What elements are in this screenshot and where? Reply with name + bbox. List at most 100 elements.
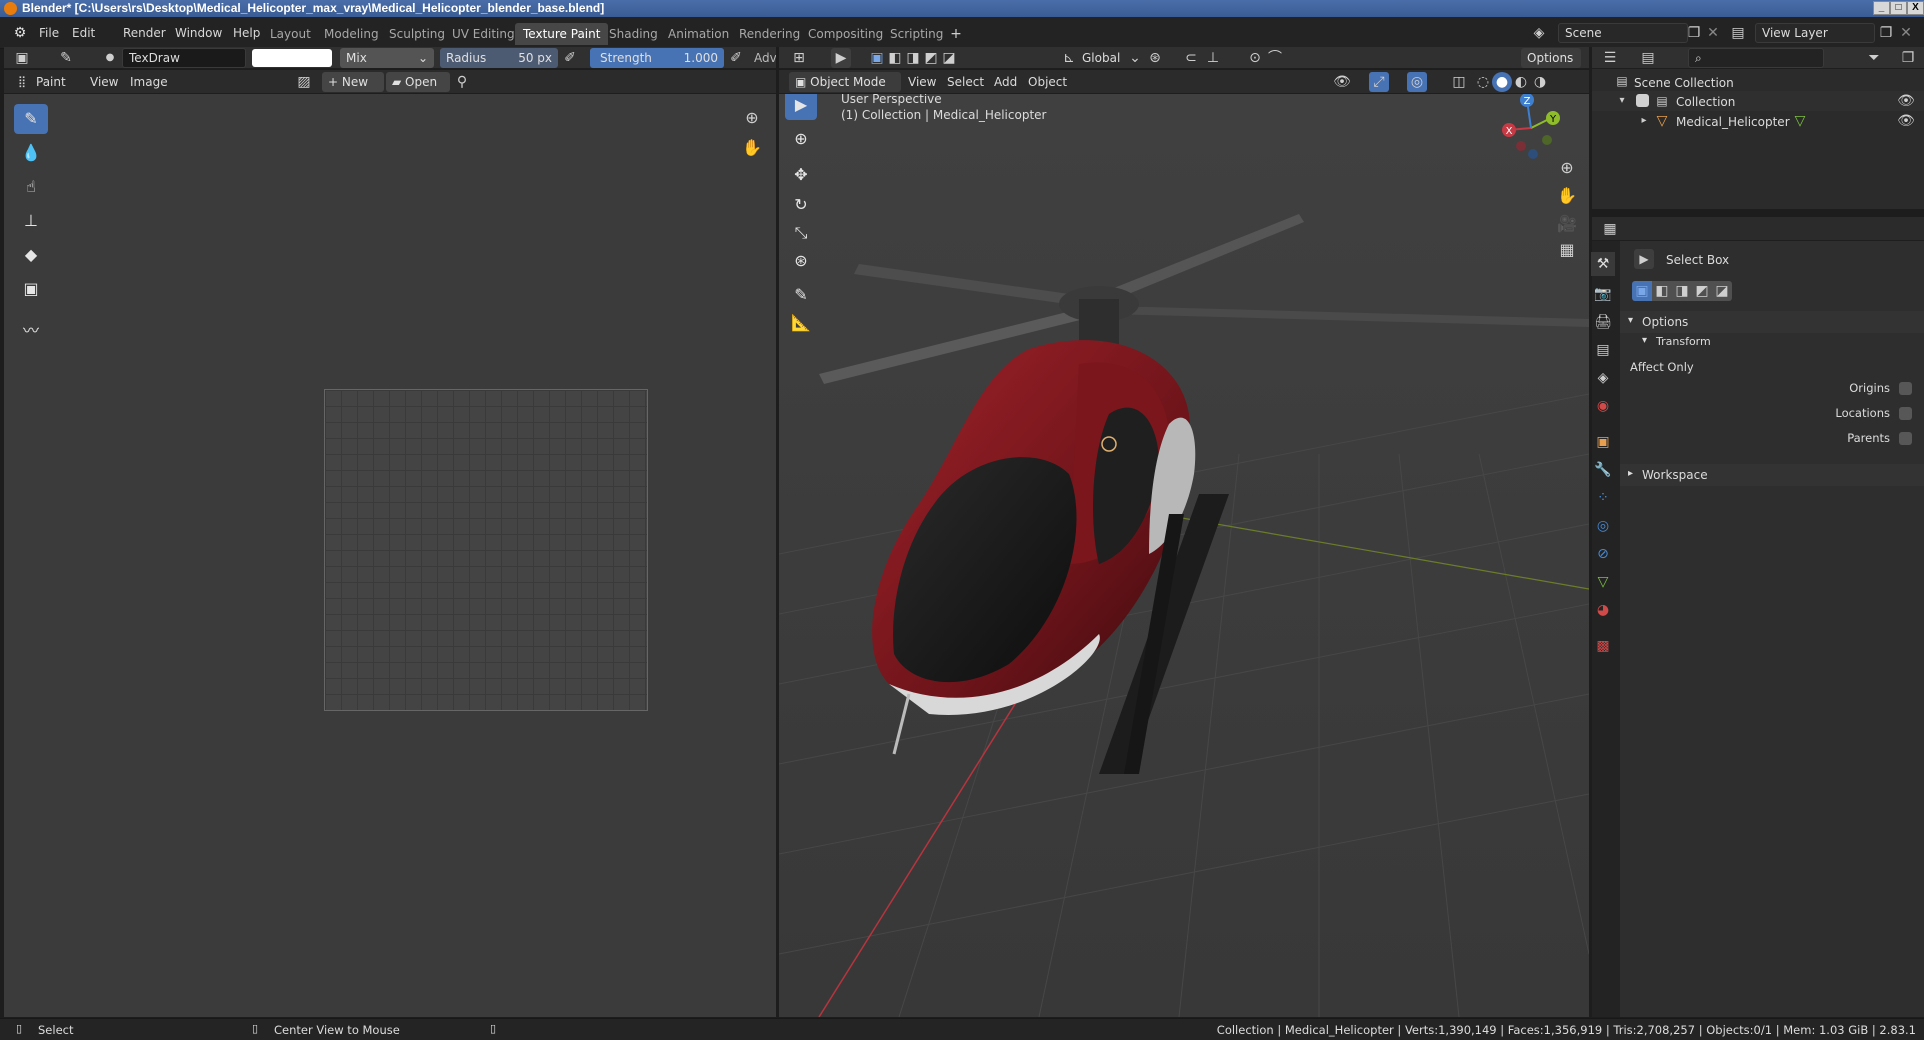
blend-mode-dropdown[interactable]: Mix ⌄: [340, 48, 434, 68]
draw-tool-icon[interactable]: ✎: [14, 104, 48, 134]
editor-type-icon[interactable]: ▣: [12, 48, 32, 68]
new-view-layer-icon[interactable]: ❐: [1876, 23, 1896, 43]
mode-intersect-icon[interactable]: ◪: [1712, 281, 1732, 301]
mode-extend-icon[interactable]: ◧: [1652, 281, 1672, 301]
tab-animation[interactable]: Animation: [660, 23, 737, 45]
mask-tool-icon[interactable]: ▣: [14, 274, 48, 304]
brush-icon[interactable]: ✎: [56, 48, 76, 68]
pan-hand-icon[interactable]: ✋: [742, 138, 762, 158]
overlays-toggle-icon[interactable]: ◎: [1407, 72, 1427, 92]
blender-menu-icon[interactable]: ⚙: [10, 23, 30, 43]
material-shading-icon[interactable]: ◐: [1511, 72, 1531, 92]
viewport-add-menu[interactable]: Add: [994, 75, 1017, 89]
outliner-editor-type-icon[interactable]: ☰: [1600, 48, 1620, 68]
select-cursor-icon[interactable]: ▶: [831, 48, 851, 68]
minimize-button[interactable]: _: [1873, 1, 1890, 15]
world-properties-icon[interactable]: ◉: [1591, 394, 1615, 418]
new-scene-icon[interactable]: ❐: [1684, 23, 1704, 43]
tab-sculpting[interactable]: Sculpting: [381, 23, 453, 45]
select-mode-new-icon[interactable]: ▣: [867, 48, 887, 68]
tool-properties-icon[interactable]: ⚒: [1591, 252, 1615, 276]
collection-visibility-icon[interactable]: 👁: [1896, 91, 1916, 111]
parents-checkbox[interactable]: [1899, 432, 1912, 445]
tab-scripting[interactable]: Scripting: [882, 23, 951, 45]
menu-help[interactable]: Help: [228, 23, 265, 43]
viewport-object-menu[interactable]: Object: [1028, 75, 1067, 89]
viewport-3d[interactable]: User Perspective (1) Collection | Medica…: [779, 94, 1589, 1017]
ortho-toggle-icon[interactable]: ▦: [1557, 240, 1577, 260]
strength-pressure-icon[interactable]: ✐: [726, 48, 746, 68]
rendered-shading-icon[interactable]: ◑: [1530, 72, 1550, 92]
transform-orientation-dropdown[interactable]: Global: [1082, 51, 1120, 65]
material-properties-icon[interactable]: ◕: [1591, 598, 1615, 622]
measure-tool-icon[interactable]: 📐: [785, 308, 817, 338]
paint-mode-dropdown[interactable]: Paint: [36, 75, 66, 89]
options-dropdown[interactable]: Options: [1521, 48, 1581, 68]
tab-uv-editing[interactable]: UV Editing: [444, 23, 523, 45]
object-mode-dropdown[interactable]: ▣ Object Mode: [789, 72, 901, 92]
display-mode-icon[interactable]: ▤: [1638, 48, 1658, 68]
mode-subtract-icon[interactable]: ◨: [1672, 281, 1692, 301]
outliner-scene-collection[interactable]: Scene Collection: [1634, 76, 1734, 90]
rotate-tool-icon[interactable]: ↻: [785, 190, 817, 220]
tab-shading[interactable]: Shading: [601, 23, 666, 45]
close-button[interactable]: X: [1907, 1, 1924, 15]
pin-icon[interactable]: ⚲: [452, 72, 472, 92]
filter-icon[interactable]: ⏷: [1864, 48, 1884, 68]
outliner-search-input[interactable]: ⌕: [1688, 48, 1824, 68]
data-properties-icon[interactable]: ▽: [1591, 570, 1615, 594]
constraints-properties-icon[interactable]: ⊘: [1591, 542, 1615, 566]
select-mode-invert-icon[interactable]: ◩: [921, 48, 941, 68]
radius-slider[interactable]: Radius 50 px: [440, 48, 558, 68]
tab-texture-paint[interactable]: Texture Paint: [515, 23, 609, 45]
new-image-button[interactable]: + New: [322, 72, 384, 92]
wireframe-shading-icon[interactable]: ◌: [1473, 72, 1493, 92]
brush-preview-icon[interactable]: ●: [100, 48, 120, 68]
brush-name-field[interactable]: TexDraw: [122, 48, 246, 68]
tab-rendering[interactable]: Rendering: [731, 23, 808, 45]
properties-editor-type-icon[interactable]: ▦: [1600, 219, 1620, 239]
remove-view-layer-icon[interactable]: ✕: [1896, 23, 1916, 43]
object-visibility-icon[interactable]: 👁: [1896, 111, 1916, 131]
object-properties-icon[interactable]: ▣: [1591, 430, 1615, 454]
radius-pressure-icon[interactable]: ✐: [560, 48, 580, 68]
menu-window[interactable]: Window: [170, 23, 227, 43]
select-mode-intersect-icon[interactable]: ◪: [939, 48, 959, 68]
viewport-editor-type-icon[interactable]: ⊞: [789, 48, 809, 68]
viewport-view-menu[interactable]: View: [908, 75, 936, 89]
locations-checkbox[interactable]: [1899, 407, 1912, 420]
output-properties-icon[interactable]: 🖨: [1591, 310, 1615, 334]
viewport-pan-icon[interactable]: ✋: [1557, 186, 1577, 206]
open-image-button[interactable]: ▰ Open: [386, 72, 450, 92]
image-editor-view-menu[interactable]: View: [90, 75, 118, 89]
add-workspace-icon[interactable]: +: [946, 24, 966, 44]
camera-view-icon[interactable]: 🎥: [1557, 214, 1577, 234]
gizmo-toggle-icon[interactable]: ⤢: [1369, 72, 1389, 92]
menu-render[interactable]: Render: [118, 23, 171, 43]
snap-target-icon[interactable]: ⊥: [1203, 48, 1223, 68]
tab-modeling[interactable]: Modeling: [316, 23, 387, 45]
mode-invert-icon[interactable]: ◩: [1692, 281, 1712, 301]
zoom-icon[interactable]: ⊕: [742, 108, 762, 128]
clone-tool-icon[interactable]: ⊥: [14, 206, 48, 236]
image-editor-image-menu[interactable]: Image: [130, 75, 168, 89]
expand-arrow-icon[interactable]: ▸: [1634, 111, 1654, 131]
tab-layout[interactable]: Layout: [262, 23, 319, 45]
render-properties-icon[interactable]: 📷: [1591, 282, 1615, 306]
menu-file[interactable]: File: [34, 23, 64, 43]
origins-checkbox[interactable]: [1899, 382, 1912, 395]
xray-icon[interactable]: ◫: [1449, 72, 1469, 92]
maximize-button[interactable]: □: [1890, 1, 1907, 15]
falloff-icon[interactable]: ⌒: [1265, 48, 1285, 68]
outliner-collection[interactable]: Collection: [1676, 95, 1735, 109]
brush-color-swatch[interactable]: [252, 49, 332, 67]
outliner-object[interactable]: Medical_Helicopter: [1676, 115, 1790, 129]
mode-set-icon[interactable]: ▣: [1632, 281, 1652, 301]
expand-arrow-icon[interactable]: ▾: [1612, 91, 1632, 111]
solid-shading-icon[interactable]: ●: [1492, 72, 1512, 92]
remove-scene-icon[interactable]: ✕: [1703, 23, 1723, 43]
scale-tool-icon[interactable]: ⤡: [785, 218, 817, 248]
image-browse-icon[interactable]: ▨: [294, 72, 314, 92]
fill-tool-icon[interactable]: ◆: [14, 240, 48, 270]
select-mode-extend-icon[interactable]: ◧: [885, 48, 905, 68]
